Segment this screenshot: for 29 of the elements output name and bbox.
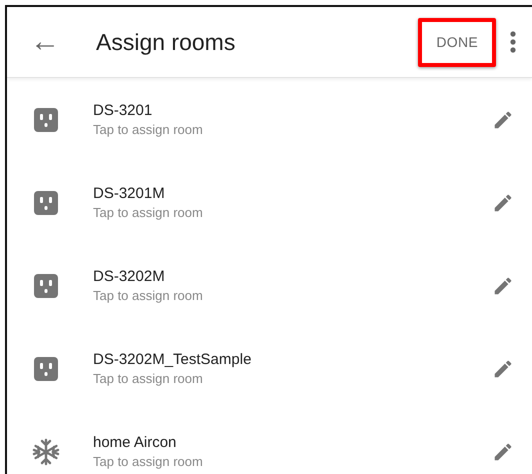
device-name: DS-3202M_TestSample [93,350,252,368]
device-row[interactable]: DS-3202M Tap to assign room [7,244,532,327]
outlet-icon [32,188,60,216]
snowflake-icon [32,438,60,466]
done-button[interactable]: DONE [418,18,496,66]
edit-icon[interactable] [492,358,514,380]
device-name: DS-3201M [93,184,166,202]
outlet-icon [32,106,60,134]
back-button[interactable]: ← [30,27,62,57]
outlet-icon [32,272,60,300]
device-name: home Aircon [93,432,178,452]
edit-icon[interactable] [492,440,514,462]
edit-icon[interactable] [492,274,514,296]
device-subtitle: Tap to assign room [93,452,203,470]
device-subtitle: Tap to assign room [93,204,203,222]
device-row[interactable]: DS-3201 Tap to assign room [7,78,532,161]
device-subtitle: Tap to assign room [93,286,203,304]
device-row[interactable]: home Aircon Tap to assign room [7,410,532,474]
device-subtitle: Tap to assign room [93,370,204,388]
device-name: DS-3202M [93,266,166,286]
edit-icon[interactable] [492,108,514,130]
device-name: DS-3201 [93,100,154,120]
device-row[interactable]: DS-3201M Tap to assign room [7,161,532,244]
device-subtitle: Tap to assign room [93,120,203,138]
edit-icon[interactable] [492,192,514,214]
device-row[interactable]: DS-3202M_TestSample Tap to assign room [7,327,532,410]
outlet-icon [32,354,60,382]
screen-title: Assign rooms [96,28,236,57]
more-menu-icon[interactable] [510,31,516,53]
